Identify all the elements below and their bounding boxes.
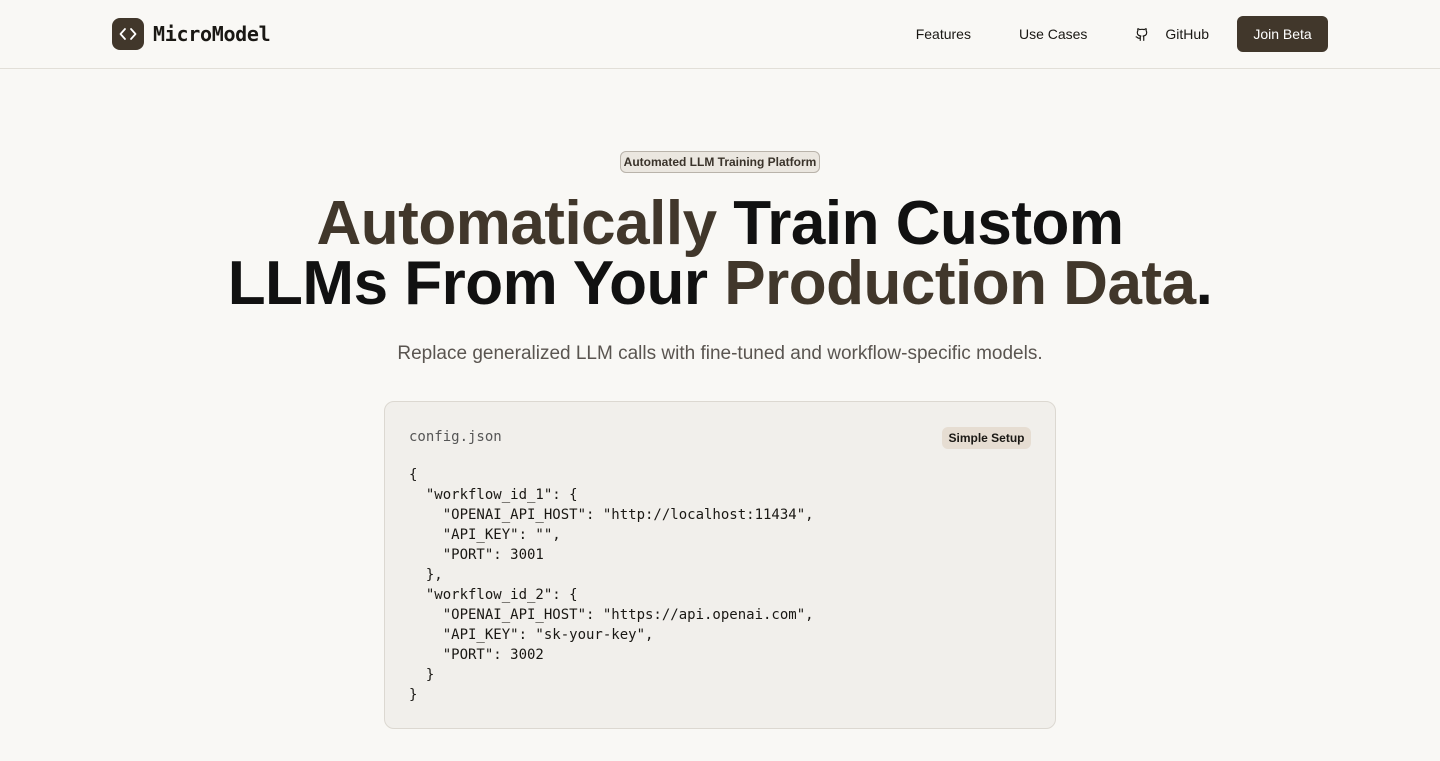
github-icon [1135,27,1149,42]
nav-links: Features Use Cases GitHub Join Beta [916,16,1328,52]
code-brackets-icon [112,18,144,50]
config-code-card: config.json Simple Setup { "workflow_id_… [384,401,1056,729]
hero-badge: Automated LLM Training Platform [620,151,820,173]
nav-link-use-cases[interactable]: Use Cases [1019,26,1087,42]
top-navbar: MicroModel Features Use Cases GitHub Joi… [0,0,1440,69]
headline-text-1: Train Custom [716,189,1124,258]
headline-accent-1: Automatically [316,189,718,258]
code-filename: config.json [409,429,502,445]
simple-setup-tag: Simple Setup [942,427,1031,449]
join-beta-button[interactable]: Join Beta [1237,16,1328,52]
headline-text-2: LLMs From Your [227,249,725,318]
brand-name: MicroModel [153,22,271,46]
nav-link-features[interactable]: Features [916,26,971,42]
config-code-block[interactable]: { "workflow_id_1": { "OPENAI_API_HOST": … [409,465,814,705]
headline-period: . [1195,249,1213,318]
github-label: GitHub [1165,26,1209,42]
headline-accent-2: Production Data [724,249,1196,318]
hero-headline: Automatically Train Custom LLMs From You… [0,193,1440,315]
nav-link-github[interactable]: GitHub [1135,26,1209,42]
hero-subheading: Replace generalized LLM calls with fine-… [397,343,1043,364]
logo[interactable]: MicroModel [112,18,271,50]
